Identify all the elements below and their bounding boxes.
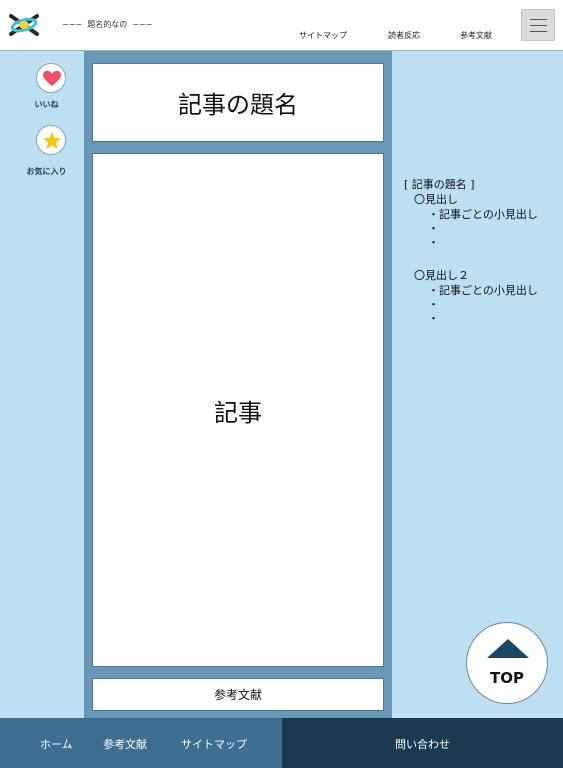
footer: ホーム 参考文献 サイトマップ 問い合わせ [0,718,563,768]
toc-placeholder-dot: ・ [428,298,439,311]
toc-title[interactable]: [ 記事の題名 ] [404,177,475,192]
footer-references-link[interactable]: 参考文献 [103,736,147,752]
article-body: 記事 [214,398,262,427]
footer-contact-area: 問い合わせ [282,718,563,768]
like-button[interactable] [36,63,66,93]
menu-icon-line [530,19,547,20]
star-icon [43,132,61,149]
references-button-label: 参考文献 [213,688,262,702]
footer-nav: ホーム 参考文献 サイトマップ [0,718,282,768]
footer-sitemap-link[interactable]: サイトマップ [181,736,247,752]
heart-icon [43,70,61,86]
article-body-box: 記事 [92,153,384,667]
left-sidebar: いいね お気に入り [0,51,84,718]
references-button[interactable]: 参考文献 [92,678,384,711]
like-label: いいね [34,100,59,109]
site-title: −−− 題名的なの −−− [62,20,153,29]
toc-subheading-2[interactable]: ・記事ごとの小見出し [428,283,538,298]
up-arrow-icon [487,639,529,658]
back-to-top-button[interactable]: TOP [466,622,548,704]
article-title-box: 記事の題名 [92,63,384,142]
favorite-button[interactable] [36,125,66,155]
article-title: 記事の題名 [178,91,298,119]
logo-icon [9,14,39,36]
menu-icon-line [530,25,547,26]
nav-reader-reactions-link[interactable]: 読者反応 [388,30,420,41]
footer-contact-link[interactable]: 問い合わせ [395,736,450,752]
toc-placeholder-dot: ・ [428,236,439,249]
favorite-label: お気に入り [26,167,67,176]
header: −−− 題名的なの −−− サイトマップ 読者反応 参考文献 [0,0,563,51]
nav-sitemap-link[interactable]: サイトマップ [299,30,347,41]
hamburger-menu-button[interactable] [521,9,555,41]
right-sidebar: [ 記事の題名 ] 〇見出し ・記事ごとの小見出し ・ ・ 〇見出し２ ・記事ご… [392,51,563,718]
nav-references-link[interactable]: 参考文献 [460,30,492,41]
site-logo[interactable] [8,12,40,38]
toc-heading-2[interactable]: 〇見出し２ [414,268,469,283]
toc-placeholder-dot: ・ [428,222,439,235]
toc-placeholder-dot: ・ [428,312,439,325]
toc-heading-1[interactable]: 〇見出し [414,192,458,207]
back-to-top-label: TOP [490,669,524,687]
toc-subheading-1[interactable]: ・記事ごとの小見出し [428,207,538,222]
main-column: 記事の題名 記事 参考文献 [84,51,392,718]
menu-icon-line [530,31,547,32]
footer-home-link[interactable]: ホーム [40,736,73,752]
